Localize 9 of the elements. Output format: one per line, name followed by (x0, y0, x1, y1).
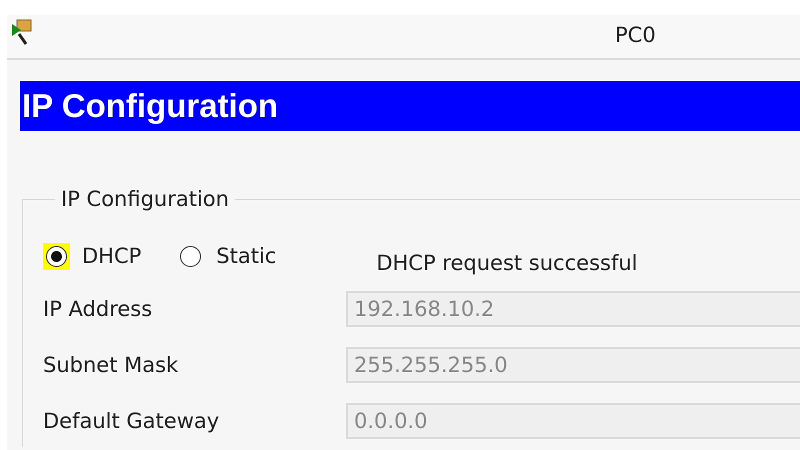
field-label: Default Gateway (43, 409, 220, 433)
field-label: Subnet Mask (43, 353, 180, 377)
field-label: IP Address (43, 297, 154, 321)
radio-option[interactable]: DHCP (43, 242, 142, 270)
status-message: DHCP request successful (376, 251, 638, 275)
window-title: PC0 (615, 23, 656, 47)
group-legend: IP Configuration (55, 187, 235, 211)
radio-option[interactable]: Static (177, 242, 276, 270)
section-header: IP Configuration (20, 81, 800, 131)
